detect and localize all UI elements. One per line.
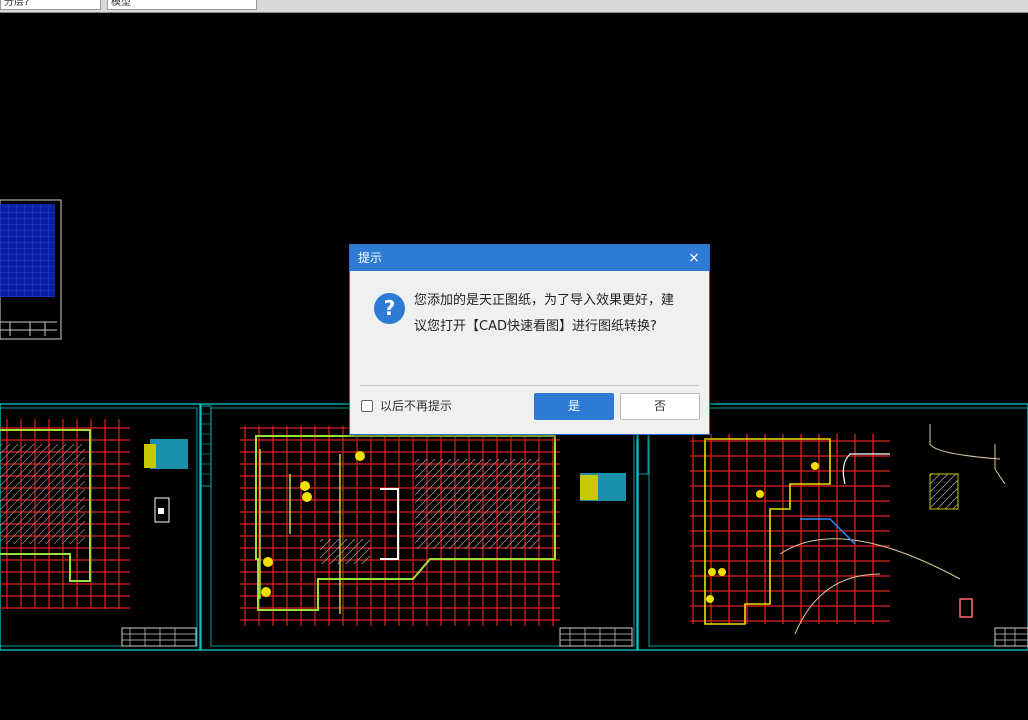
question-icon: ? bbox=[374, 293, 405, 324]
checkbox-label: 以后不再提示 bbox=[380, 399, 453, 413]
dialog-titlebar: 提示 × bbox=[350, 245, 709, 271]
top-toolbar: 分层? 模型 bbox=[0, 0, 1028, 13]
drawing-sheet-3 bbox=[637, 403, 1028, 651]
dialog-message: 您添加的是天正图纸，为了导入效果更好，建议您打开【CAD快速看图】进行图纸转换? bbox=[414, 293, 675, 334]
checkbox-box[interactable] bbox=[361, 399, 373, 412]
drawing-sheet-1 bbox=[0, 403, 201, 651]
dialog-body: ? 您添加的是天正图纸，为了导入效果更好，建议您打开【CAD快速看图】进行图纸转… bbox=[350, 271, 709, 386]
layer-combo[interactable]: 分层? bbox=[0, 0, 101, 10]
drawing-sheet-2 bbox=[200, 403, 638, 651]
dialog-footer: 以后不再提示 是 否 bbox=[350, 386, 709, 434]
dont-show-again-checkbox[interactable]: 以后不再提示 bbox=[361, 397, 452, 414]
close-icon[interactable]: × bbox=[685, 245, 703, 271]
dialog-title: 提示 bbox=[358, 251, 383, 265]
layout-combo[interactable]: 模型 bbox=[107, 0, 257, 10]
yes-button[interactable]: 是 bbox=[534, 393, 614, 420]
tianzheng-prompt-dialog: 提示 × ? 您添加的是天正图纸，为了导入效果更好，建议您打开【CAD快速看图】… bbox=[349, 244, 710, 435]
sheet-schedule-table bbox=[0, 199, 62, 340]
no-button[interactable]: 否 bbox=[620, 393, 700, 420]
